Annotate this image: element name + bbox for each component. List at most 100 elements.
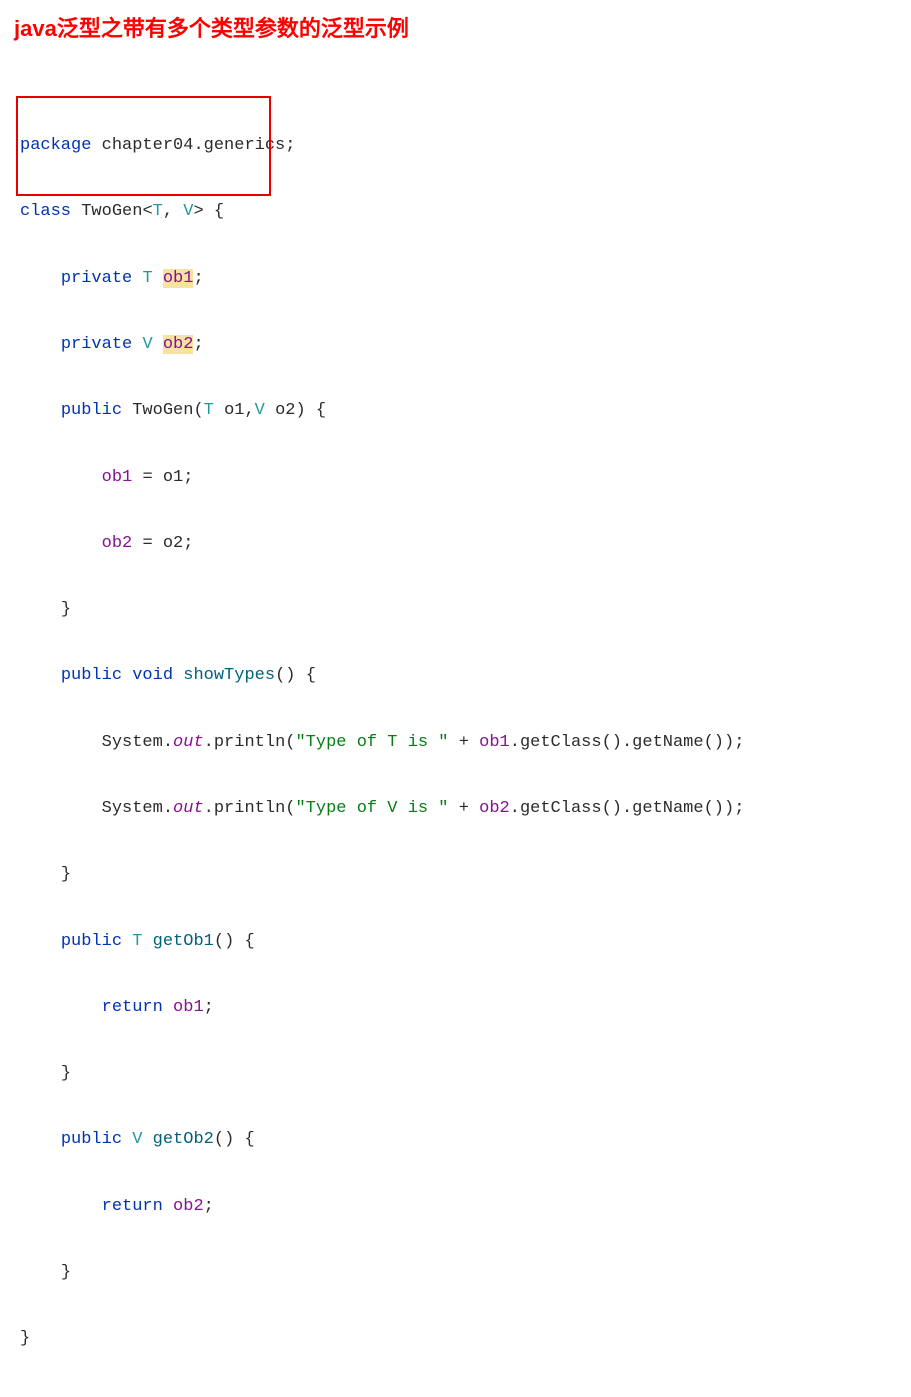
semicolon: ; [734, 799, 744, 818]
comma: , [244, 401, 254, 420]
method-getOb1: getOb1 [153, 932, 214, 951]
keyword-public: public [61, 1130, 122, 1149]
text [142, 932, 152, 951]
package-name: chapter04.generics [102, 136, 286, 155]
code-line: private V ob2; [12, 328, 899, 361]
field-ob2: ob2 [102, 534, 133, 553]
lparen: ( [275, 666, 285, 685]
rparen: ) [724, 799, 734, 818]
type-param: V [183, 202, 193, 221]
lparen: ( [214, 932, 224, 951]
dot: . [204, 799, 214, 818]
method-getName: getName [632, 799, 703, 818]
text [469, 799, 479, 818]
dot: . [204, 733, 214, 752]
text [163, 1197, 173, 1216]
keyword-public: public [61, 932, 122, 951]
type-V: V [255, 401, 265, 420]
lbrace: { [244, 1130, 254, 1149]
code-line: } [12, 858, 899, 891]
rparen: ) [612, 733, 622, 752]
lt: < [142, 202, 152, 221]
rparen: ) [224, 1130, 234, 1149]
rparen: ) [224, 932, 234, 951]
code-line: public V getOb2() { [12, 1123, 899, 1156]
gt: > [193, 202, 203, 221]
class-System: System [102, 733, 163, 752]
text [132, 468, 142, 487]
semicolon: ; [193, 269, 203, 288]
dot: . [510, 799, 520, 818]
text [91, 136, 101, 155]
semicolon: ; [285, 136, 295, 155]
text [163, 998, 173, 1017]
code-line: ob1 = o1; [12, 461, 899, 494]
text [153, 269, 163, 288]
text [449, 733, 459, 752]
rbrace: } [61, 1263, 71, 1282]
semicolon: ; [204, 1197, 214, 1216]
code-line: System.out.println("Type of V is " + ob2… [12, 792, 899, 825]
code-line: public void showTypes() { [12, 659, 899, 692]
dot: . [163, 733, 173, 752]
text [173, 666, 183, 685]
text [234, 932, 244, 951]
constructor-name: TwoGen [132, 401, 193, 420]
code-line: return ob1; [12, 991, 899, 1024]
type-T: T [204, 401, 214, 420]
method-getClass: getClass [520, 799, 602, 818]
text [132, 534, 142, 553]
keyword-class: class [20, 202, 71, 221]
code-line: private T ob1; [12, 262, 899, 295]
keyword-return: return [102, 1197, 163, 1216]
field-out: out [173, 799, 204, 818]
eq: = [142, 534, 152, 553]
text [153, 468, 163, 487]
rparen: ) [295, 401, 305, 420]
code-line: } [12, 1256, 899, 1289]
field-ob1: ob1 [479, 733, 510, 752]
text [234, 1130, 244, 1149]
dot: . [622, 733, 632, 752]
field-ob1: ob1 [163, 269, 194, 288]
method-println: println [214, 733, 285, 752]
text [449, 799, 459, 818]
text [214, 401, 224, 420]
code-line: class TwoGen<T, V> { [12, 195, 899, 228]
lparen: ( [285, 799, 295, 818]
text [204, 202, 214, 221]
type-V: V [142, 335, 152, 354]
text [265, 401, 275, 420]
lparen: ( [704, 799, 714, 818]
text [295, 666, 305, 685]
type-V: V [132, 1130, 142, 1149]
string-literal: "Type of T is " [295, 733, 448, 752]
keyword-private: private [61, 269, 132, 288]
semicolon: ; [193, 335, 203, 354]
code-line: public T getOb1() { [12, 925, 899, 958]
code-line: package chapter04.generics; [12, 129, 899, 162]
lbrace: { [316, 401, 326, 420]
keyword-package: package [20, 136, 91, 155]
text [132, 269, 142, 288]
dot: . [622, 799, 632, 818]
class-System: System [102, 799, 163, 818]
text [142, 1130, 152, 1149]
param-o1: o1 [224, 401, 244, 420]
comma: , [163, 202, 173, 221]
semicolon: ; [734, 733, 744, 752]
keyword-void: void [132, 666, 173, 685]
rbrace: } [61, 600, 71, 619]
lbrace: { [244, 932, 254, 951]
method-getName: getName [632, 733, 703, 752]
field-ob2: ob2 [479, 799, 510, 818]
plus: + [459, 799, 469, 818]
lparen: ( [285, 733, 295, 752]
semicolon: ; [183, 468, 193, 487]
type-param: T [153, 202, 163, 221]
method-println: println [214, 799, 285, 818]
text [71, 202, 81, 221]
var-o2: o2 [163, 534, 183, 553]
field-ob1: ob1 [102, 468, 133, 487]
keyword-public: public [61, 666, 122, 685]
